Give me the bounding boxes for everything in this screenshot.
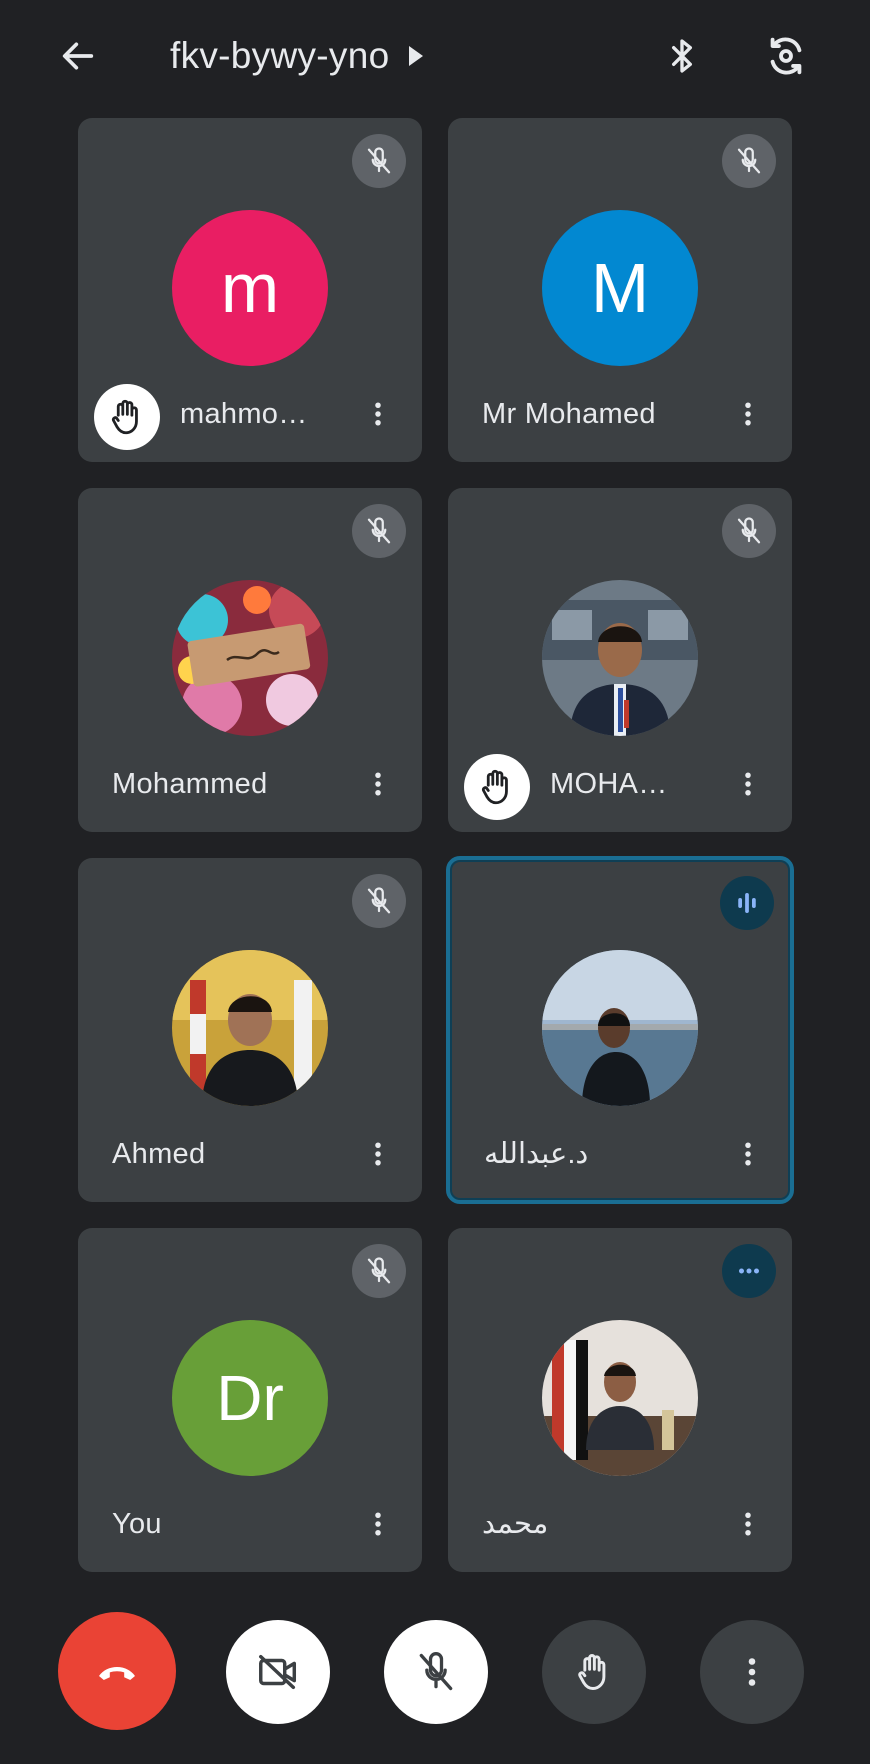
participant-name: Mr Mohamed	[482, 398, 656, 430]
avatar: Dr	[172, 1320, 328, 1476]
muted-indicator	[352, 504, 406, 558]
more-options-button[interactable]	[700, 1620, 804, 1724]
muted-indicator	[722, 134, 776, 188]
mic-off-icon	[414, 1650, 458, 1694]
participant-tile-mohammed[interactable]: Mohammed	[78, 488, 422, 832]
mic-off-icon	[364, 146, 394, 176]
mic-off-icon	[364, 1256, 394, 1286]
more-vert-icon	[363, 399, 393, 429]
participant-name: محمد	[482, 1508, 549, 1540]
participant-options-button[interactable]	[728, 760, 768, 808]
meeting-code-button[interactable]: fkv-bywy-yno	[170, 28, 424, 84]
speaking-indicator	[720, 876, 774, 930]
participant-tile-mohamed-ar[interactable]: محمد	[448, 1228, 792, 1572]
raise-hand-icon	[476, 766, 518, 808]
muted-indicator	[352, 874, 406, 928]
avatar-photo	[542, 950, 698, 1106]
more-vert-icon	[363, 769, 393, 799]
audio-level-icon	[732, 888, 762, 918]
participant-name: mahmo…	[180, 398, 308, 430]
mic-off-icon	[734, 516, 764, 546]
more-vert-icon	[733, 1139, 763, 1169]
flip-camera-icon	[763, 33, 809, 79]
switch-camera-button[interactable]	[758, 28, 814, 84]
participant-tile-mahmo[interactable]: m mahmo…	[78, 118, 422, 462]
raised-hand-badge	[94, 384, 160, 450]
more-vert-icon	[734, 1654, 770, 1690]
arrow-left-icon	[58, 36, 98, 76]
participant-options-button[interactable]	[728, 1130, 768, 1178]
raise-hand-icon	[106, 396, 148, 438]
mic-off-icon	[364, 886, 394, 916]
participant-tile-you[interactable]: Dr You	[78, 1228, 422, 1572]
end-call-icon	[93, 1647, 141, 1695]
mic-off-icon	[734, 146, 764, 176]
avatar-photo	[542, 580, 698, 736]
more-vert-icon	[363, 1509, 393, 1539]
mic-off-icon	[364, 516, 394, 546]
raise-hand-button[interactable]	[542, 1620, 646, 1724]
participant-name: Mohammed	[112, 768, 268, 800]
muted-indicator	[352, 1244, 406, 1298]
more-vert-icon	[733, 399, 763, 429]
audio-dots-icon	[734, 1256, 764, 1286]
avatar: M	[542, 210, 698, 366]
audio-output-button[interactable]	[654, 28, 710, 84]
camera-off-icon	[255, 1649, 301, 1695]
avatar-photo	[542, 1320, 698, 1476]
participant-name: Ahmed	[112, 1138, 206, 1170]
muted-indicator	[352, 134, 406, 188]
microphone-toggle-button[interactable]	[384, 1620, 488, 1724]
participant-options-button[interactable]	[358, 760, 398, 808]
avatar-photo	[172, 580, 328, 736]
participant-name: You	[112, 1508, 162, 1540]
participant-tile-ahmed[interactable]: Ahmed	[78, 858, 422, 1202]
muted-indicator	[722, 504, 776, 558]
avatar-photo	[172, 950, 328, 1106]
raised-hand-badge	[464, 754, 530, 820]
top-bar: fkv-bywy-yno	[0, 0, 870, 112]
participant-options-button[interactable]	[358, 1500, 398, 1548]
participant-name: د.عبدالله	[484, 1138, 589, 1170]
meeting-code: fkv-bywy-yno	[170, 35, 390, 76]
audio-idle-indicator	[722, 1244, 776, 1298]
participant-options-button[interactable]	[728, 1500, 768, 1548]
participant-tile-mr-mohamed[interactable]: M Mr Mohamed	[448, 118, 792, 462]
bluetooth-icon	[662, 36, 702, 76]
more-vert-icon	[363, 1139, 393, 1169]
avatar: m	[172, 210, 328, 366]
participant-name: MOHA…	[550, 768, 668, 800]
more-vert-icon	[733, 769, 763, 799]
participant-options-button[interactable]	[728, 390, 768, 438]
participant-options-button[interactable]	[358, 390, 398, 438]
participant-options-button[interactable]	[358, 1130, 398, 1178]
participant-tile-moha[interactable]: MOHA…	[448, 488, 792, 832]
camera-toggle-button[interactable]	[226, 1620, 330, 1724]
call-controls	[0, 1600, 870, 1730]
more-vert-icon	[733, 1509, 763, 1539]
raise-hand-icon	[572, 1650, 616, 1694]
caret-right-icon	[409, 46, 424, 66]
end-call-button[interactable]	[58, 1612, 176, 1730]
participant-tile-abdullah[interactable]: د.عبدالله	[446, 856, 794, 1204]
back-button[interactable]	[52, 30, 104, 82]
